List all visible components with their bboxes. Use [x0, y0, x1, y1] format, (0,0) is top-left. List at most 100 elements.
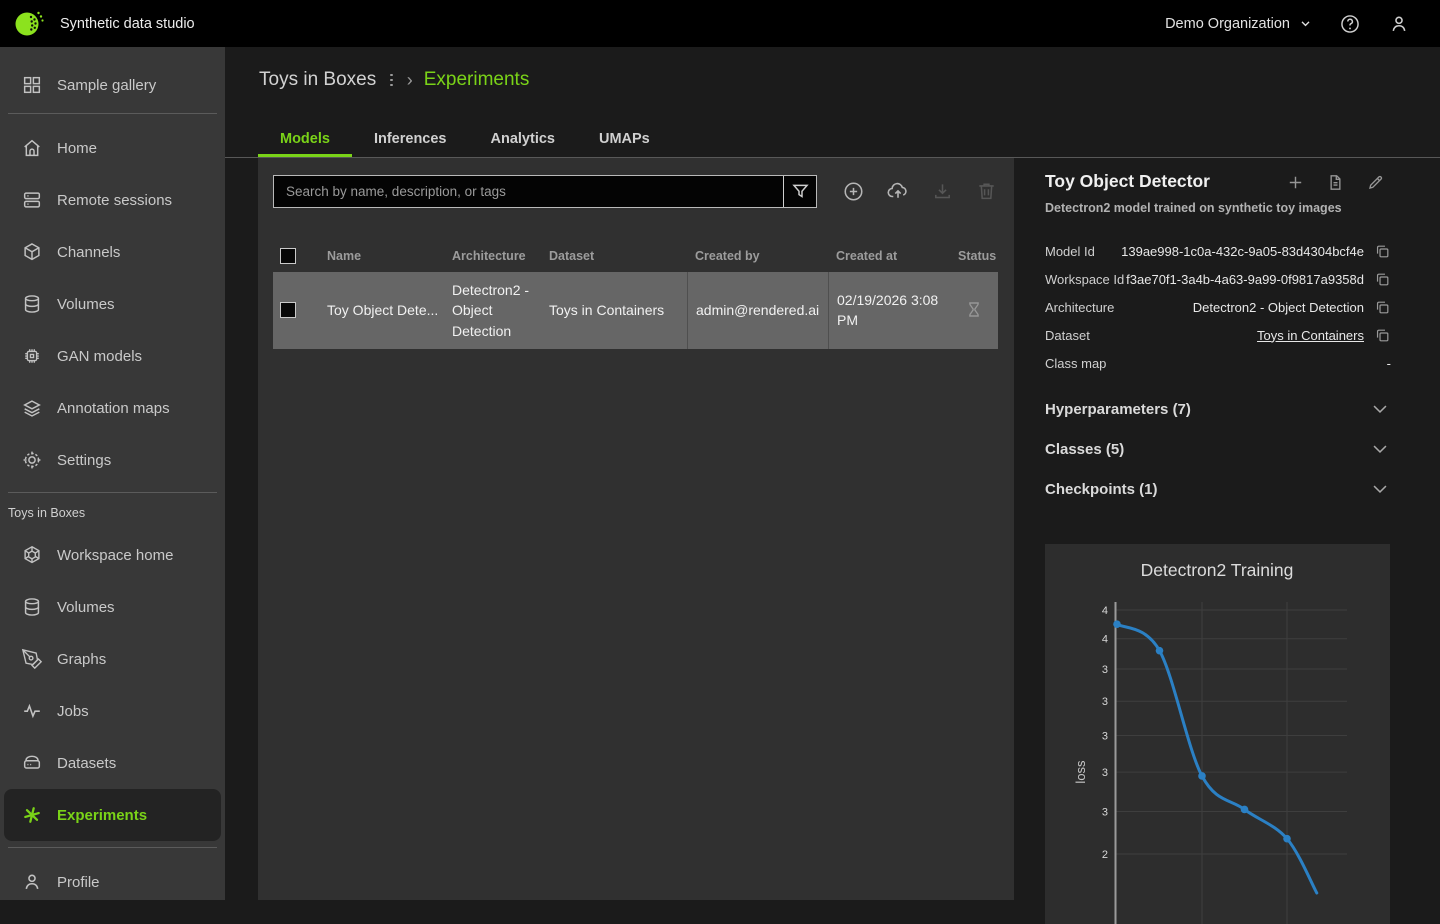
- add-model-button[interactable]: [842, 180, 865, 203]
- sidebar-item-profile[interactable]: Profile: [0, 856, 225, 908]
- sidebar-item-label: Workspace home: [57, 547, 173, 564]
- funnel-icon: [790, 181, 811, 202]
- rendered-ai-logo-icon: [13, 8, 45, 40]
- toolbar-actions: [842, 180, 998, 204]
- app-title: Synthetic data studio: [60, 16, 195, 32]
- chip-icon: [20, 344, 44, 368]
- hourglass-icon: [964, 300, 984, 320]
- activity-pulse-icon: [20, 699, 44, 723]
- column-header-status[interactable]: Status: [950, 249, 997, 263]
- plus-icon: [1286, 173, 1305, 192]
- breadcrumb: Toys in Boxes › Experiments: [259, 69, 529, 91]
- model-description: Detectron2 model trained on synthetic to…: [1045, 201, 1391, 215]
- training-chart-card: Detectron2 Training loss 44333332: [1045, 544, 1390, 924]
- add-button[interactable]: [1286, 173, 1305, 192]
- column-header-dataset[interactable]: Dataset: [541, 249, 687, 263]
- sidebar-item-label: Sample gallery: [57, 77, 156, 94]
- column-header-created-by[interactable]: Created by: [687, 249, 828, 263]
- column-header-architecture[interactable]: Architecture: [444, 249, 541, 263]
- asterisk-icon: [20, 803, 44, 827]
- tab-models[interactable]: Models: [258, 123, 352, 157]
- sidebar-item-volumes[interactable]: Volumes: [0, 278, 225, 330]
- sidebar-item-channels[interactable]: Channels: [0, 226, 225, 278]
- svg-text:4: 4: [1102, 634, 1108, 646]
- chart-plot-area: 44333332: [1102, 602, 1347, 924]
- tab-analytics[interactable]: Analytics: [469, 123, 577, 157]
- breadcrumb-workspace[interactable]: Toys in Boxes: [259, 69, 376, 91]
- sidebar-item-annotation-maps[interactable]: Annotation maps: [0, 382, 225, 434]
- svg-text:3: 3: [1102, 806, 1108, 818]
- kebab-menu-icon[interactable]: [387, 72, 396, 89]
- table-row[interactable]: Toy Object Dete... Detectron2 - Object D…: [273, 272, 998, 349]
- sidebar-item-label: Jobs: [57, 703, 89, 720]
- chevron-down-icon: [1369, 478, 1391, 500]
- copy-icon[interactable]: [1364, 299, 1391, 316]
- column-header-created-at[interactable]: Created at: [828, 249, 950, 263]
- copy-icon[interactable]: [1364, 243, 1391, 260]
- gear-icon: [20, 448, 44, 472]
- edit-button[interactable]: [1366, 173, 1385, 192]
- svg-text:4: 4: [1102, 605, 1108, 617]
- sidebar: Sample gallery Home Remote sessions Chan…: [0, 47, 225, 900]
- collapsible-sections: Hyperparameters (7) Classes (5) Checkpoi…: [1045, 389, 1391, 509]
- sidebar-item-remote-sessions[interactable]: Remote sessions: [0, 174, 225, 226]
- copy-icon[interactable]: [1364, 271, 1391, 288]
- row-checkbox[interactable]: [280, 302, 296, 318]
- dataset-link[interactable]: Toys in Containers: [1090, 328, 1364, 343]
- sidebar-item-home[interactable]: Home: [0, 122, 225, 174]
- model-actions: [1286, 173, 1385, 192]
- document-icon: [1326, 173, 1345, 192]
- sidebar-item-label: Remote sessions: [57, 192, 172, 209]
- workspace-section-label: Toys in Boxes: [0, 493, 225, 529]
- help-icon[interactable]: [1339, 13, 1361, 35]
- field-workspace-id: Workspace Id f3ae70f1-3a4b-4a63-9a99-0f9…: [1045, 265, 1391, 293]
- main-area: Toys in Boxes › Experiments Models Infer…: [225, 47, 1440, 900]
- user-profile-icon[interactable]: [1388, 13, 1410, 35]
- sidebar-item-label: Volumes: [57, 599, 115, 616]
- upload-model-button[interactable]: [886, 180, 910, 204]
- sidebar-item-ws-volumes[interactable]: Volumes: [0, 581, 225, 633]
- filter-button[interactable]: [784, 176, 816, 207]
- copy-icon[interactable]: [1364, 327, 1391, 344]
- sidebar-item-sample-gallery[interactable]: Sample gallery: [0, 57, 225, 113]
- sidebar-item-label: Settings: [57, 452, 111, 469]
- breadcrumb-separator: ›: [407, 70, 413, 91]
- chart-ylabel: loss: [1073, 760, 1088, 784]
- sidebar-item-datasets[interactable]: Datasets: [0, 737, 225, 789]
- sidebar-item-label: Experiments: [57, 807, 147, 824]
- organization-selector[interactable]: Demo Organization: [1165, 16, 1312, 32]
- field-class-map: Class map -: [1045, 349, 1391, 377]
- delete-model-button[interactable]: [975, 180, 998, 203]
- cell-name: Toy Object Dete...: [319, 272, 444, 349]
- database-icon: [20, 595, 44, 619]
- sidebar-item-label: Profile: [57, 874, 100, 891]
- table-header-row: Name Architecture Dataset Created by Cre…: [273, 240, 998, 272]
- sidebar-item-settings[interactable]: Settings: [0, 434, 225, 486]
- cell-created-by: admin@rendered.ai: [687, 272, 828, 349]
- sidebar-item-experiments[interactable]: Experiments: [4, 789, 221, 841]
- training-chart-svg: Detectron2 Training loss 44333332: [1045, 544, 1390, 924]
- section-checkpoints[interactable]: Checkpoints (1): [1045, 469, 1391, 509]
- svg-text:2: 2: [1102, 849, 1108, 861]
- sidebar-item-gan-models[interactable]: GAN models: [0, 330, 225, 382]
- column-header-name[interactable]: Name: [319, 249, 444, 263]
- top-bar: Synthetic data studio Demo Organization: [0, 0, 1440, 47]
- svg-text:3: 3: [1102, 767, 1108, 779]
- svg-text:3: 3: [1102, 696, 1108, 708]
- model-fields: Model Id 139ae998-1c0a-432c-9a05-83d4304…: [1045, 237, 1391, 377]
- sidebar-item-workspace-home[interactable]: Workspace home: [0, 529, 225, 581]
- tab-umaps[interactable]: UMAPs: [577, 123, 672, 157]
- search-input[interactable]: [274, 176, 783, 207]
- tab-inferences[interactable]: Inferences: [352, 123, 469, 157]
- section-classes[interactable]: Classes (5): [1045, 429, 1391, 469]
- cell-dataset: Toys in Containers: [541, 272, 687, 349]
- notes-button[interactable]: [1326, 173, 1345, 192]
- sidebar-item-graphs[interactable]: Graphs: [0, 633, 225, 685]
- sidebar-item-label: GAN models: [57, 348, 142, 365]
- sidebar-item-jobs[interactable]: Jobs: [0, 685, 225, 737]
- section-hyperparameters[interactable]: Hyperparameters (7): [1045, 389, 1391, 429]
- sidebar-item-label: Datasets: [57, 755, 116, 772]
- select-all-checkbox[interactable]: [280, 248, 296, 264]
- field-architecture: Architecture Detectron2 - Object Detecti…: [1045, 293, 1391, 321]
- download-model-button[interactable]: [931, 180, 954, 203]
